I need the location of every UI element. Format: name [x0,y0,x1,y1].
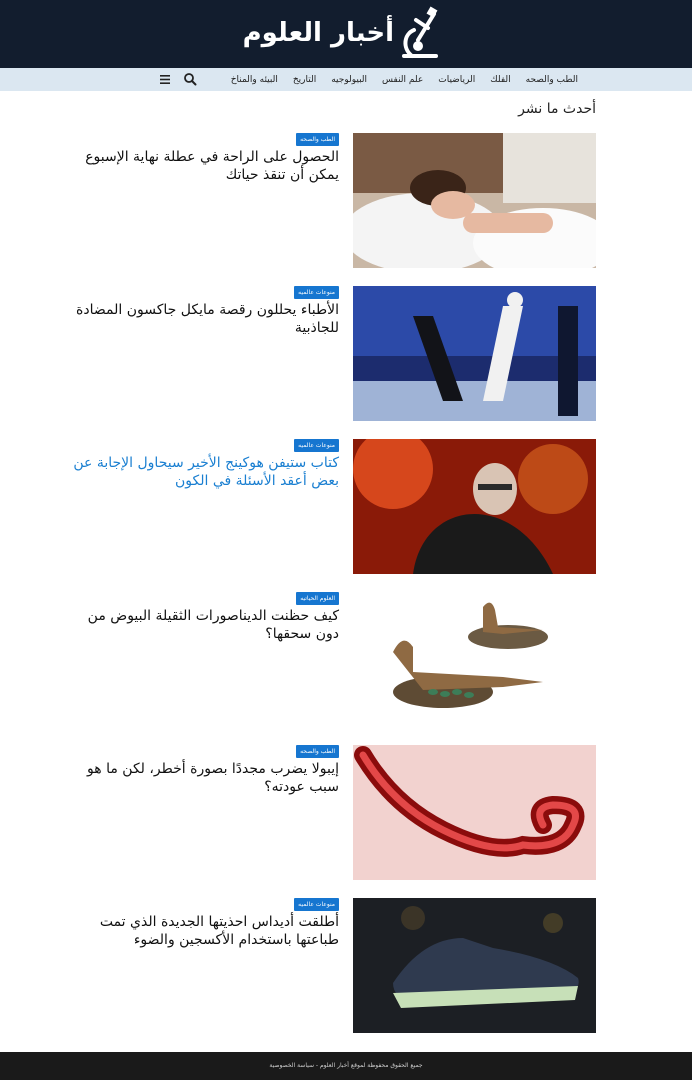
article-image-hawking[interactable] [353,439,596,574]
article-image-dinosaurs[interactable] [353,592,596,727]
site-footer: جميع الحقوق محفوظة لموقع أخبار العلوم - … [0,1052,692,1080]
site-logo[interactable]: أخبار العلوم [243,6,450,62]
article-card: الطب والصحه إيبولا يضرب مجددًا بصورة أخط… [0,745,692,881]
article-title[interactable]: كيف حظنت الديناصورات الثقيلة البيوض من د… [69,607,339,643]
category-badge[interactable]: منوعات عالميه [294,286,339,299]
category-badge[interactable]: الطب والصحه [296,745,339,758]
article-card: الطب والصحه الحصول على الراحة في عطلة نه… [0,133,692,269]
article-title[interactable]: أطلقت أديداس احذيتها الجديدة الذي تمت طب… [69,913,339,949]
article-card: منوعات عالميه كتاب ستيفن هوكينج الأخير س… [0,439,692,575]
nav-item-environment[interactable]: البيئه والمناخ [231,75,278,85]
site-header: أخبار العلوم [0,0,692,68]
article-image-dancer[interactable] [353,286,596,421]
article-title[interactable]: إيبولا يضرب مجددًا بصورة أخطر، لكن ما هو… [69,760,339,796]
microscope-icon [402,6,438,58]
nav-item-psychology[interactable]: علم النفس [382,75,423,85]
category-badge[interactable]: الطب والصحه [296,133,339,146]
nav-item-biology[interactable]: البيولوجيه [331,75,367,85]
category-badge[interactable]: منوعات عالميه [294,439,339,452]
article-card: العلوم الحياتيه كيف حظنت الديناصورات الث… [0,592,692,728]
category-badge[interactable]: منوعات عالميه [294,898,339,911]
main-nav: الطب والصحه الفلك الرياضيات علم النفس ال… [0,68,692,91]
nav-items: الطب والصحه الفلك الرياضيات علم النفس ال… [231,68,578,91]
article-title[interactable]: الحصول على الراحة في عطلة نهاية الإسبوع … [69,148,339,184]
article-title[interactable]: كتاب ستيفن هوكينج الأخير سيحاول الإجابة … [69,454,339,490]
section-title: أحدث ما نشر [518,101,596,117]
nav-item-medicine[interactable]: الطب والصحه [526,75,578,85]
site-title[interactable]: أخبار العلوم [243,18,394,48]
article-image-adidas-shoe[interactable] [353,898,596,1033]
nav-item-history[interactable]: التاريخ [293,75,316,85]
article-image-ebola-virus[interactable] [353,745,596,880]
article-card: منوعات عالميه الأطباء يحللون رقصة مايكل … [0,286,692,422]
article-image-sleeping-woman[interactable] [353,133,596,268]
article-title[interactable]: الأطباء يحللون رقصة مايكل جاكسون المضادة… [69,301,339,337]
nav-item-mathematics[interactable]: الرياضيات [438,75,475,85]
footer-copyright: جميع الحقوق محفوظة لموقع أخبار العلوم - … [269,1062,423,1069]
hamburger-menu-icon[interactable] [159,74,171,85]
search-icon[interactable] [183,72,197,86]
nav-item-astronomy[interactable]: الفلك [490,75,510,85]
article-card: منوعات عالميه أطلقت أديداس احذيتها الجدي… [0,898,692,1034]
category-badge[interactable]: العلوم الحياتيه [296,592,339,605]
